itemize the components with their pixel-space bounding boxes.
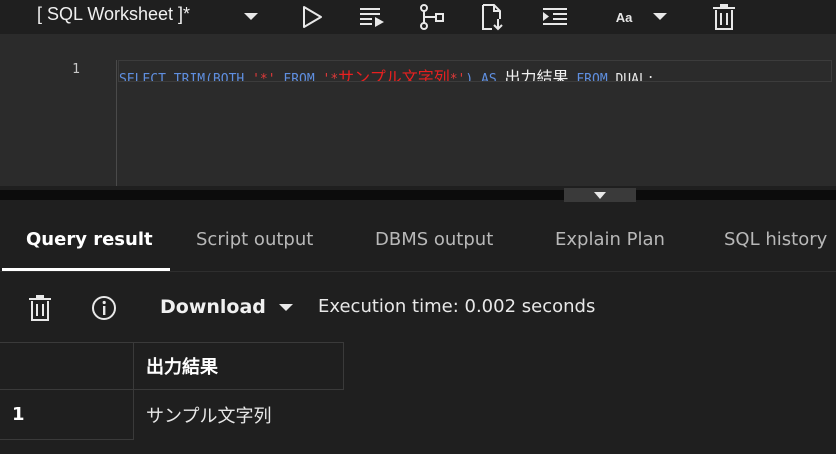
gutter-divider <box>116 60 117 186</box>
panel-splitter[interactable] <box>0 186 836 200</box>
collapse-arrow-icon <box>594 191 606 199</box>
tab-query-result[interactable]: Query result <box>26 229 153 250</box>
code-token: SELECT TRIM(BOTH <box>119 72 253 82</box>
code-token: FROM <box>568 72 616 82</box>
code-token: *' <box>449 72 466 82</box>
sql-editor[interactable]: 1 SELECT TRIM(BOTH '*' FROM '*サンプル文字列*')… <box>0 34 836 186</box>
chevron-down-icon[interactable] <box>272 294 300 322</box>
code-token: サンプル文字列 <box>338 68 450 82</box>
tab-script-output[interactable]: Script output <box>196 229 313 250</box>
grid-corner-cell <box>0 342 134 390</box>
result-toolbar: Download Execution time: 0.002 seconds <box>0 272 836 342</box>
tab-dbms-output[interactable]: DBMS output <box>375 229 493 250</box>
worksheet-title[interactable]: [ SQL Worksheet ]* <box>37 4 190 25</box>
splitter-bar <box>0 190 836 200</box>
info-icon[interactable] <box>90 294 118 322</box>
output-tabs: Query result Script output DBMS output E… <box>0 212 836 272</box>
line-number: 1 <box>72 62 80 77</box>
chevron-down-icon[interactable] <box>646 3 674 31</box>
code-token: DUAL; <box>615 72 655 82</box>
sql-worksheet-app: [ SQL Worksheet ]* Aa 1 SELECT TRIM(BOTH… <box>0 0 836 454</box>
result-grid: 出力結果 1 サンプル文字列 <box>0 342 836 454</box>
column-header[interactable]: 出力結果 <box>134 342 344 390</box>
worksheet-toolbar: [ SQL Worksheet ]* Aa <box>0 0 836 34</box>
code-token: '*' <box>252 72 276 82</box>
clear-output-icon[interactable] <box>26 294 54 322</box>
table-cell[interactable]: サンプル文字列 <box>134 390 344 440</box>
tab-sql-history[interactable]: SQL history <box>724 229 827 250</box>
explain-plan-icon[interactable] <box>418 3 446 31</box>
code-token: ) <box>465 72 474 82</box>
font-size-icon[interactable]: Aa <box>609 3 639 31</box>
splitter-handle[interactable] <box>564 188 636 202</box>
code-token: AS <box>473 72 505 82</box>
code-token: 出力結果 <box>504 68 569 82</box>
tab-explain-plan[interactable]: Explain Plan <box>555 229 665 250</box>
download-button[interactable]: Download <box>160 296 266 318</box>
delete-icon[interactable] <box>710 3 738 31</box>
code-token: '* <box>322 72 339 82</box>
code-line[interactable]: SELECT TRIM(BOTH '*' FROM '*サンプル文字列*') A… <box>118 60 832 82</box>
row-number: 1 <box>0 390 134 440</box>
chevron-down-icon[interactable] <box>237 3 265 31</box>
format-icon[interactable] <box>541 3 569 31</box>
run-icon[interactable] <box>298 3 326 31</box>
run-script-icon[interactable] <box>358 3 386 31</box>
code-token: FROM <box>275 72 323 82</box>
autotrace-icon[interactable] <box>478 3 506 31</box>
execution-time: Execution time: 0.002 seconds <box>318 296 596 317</box>
